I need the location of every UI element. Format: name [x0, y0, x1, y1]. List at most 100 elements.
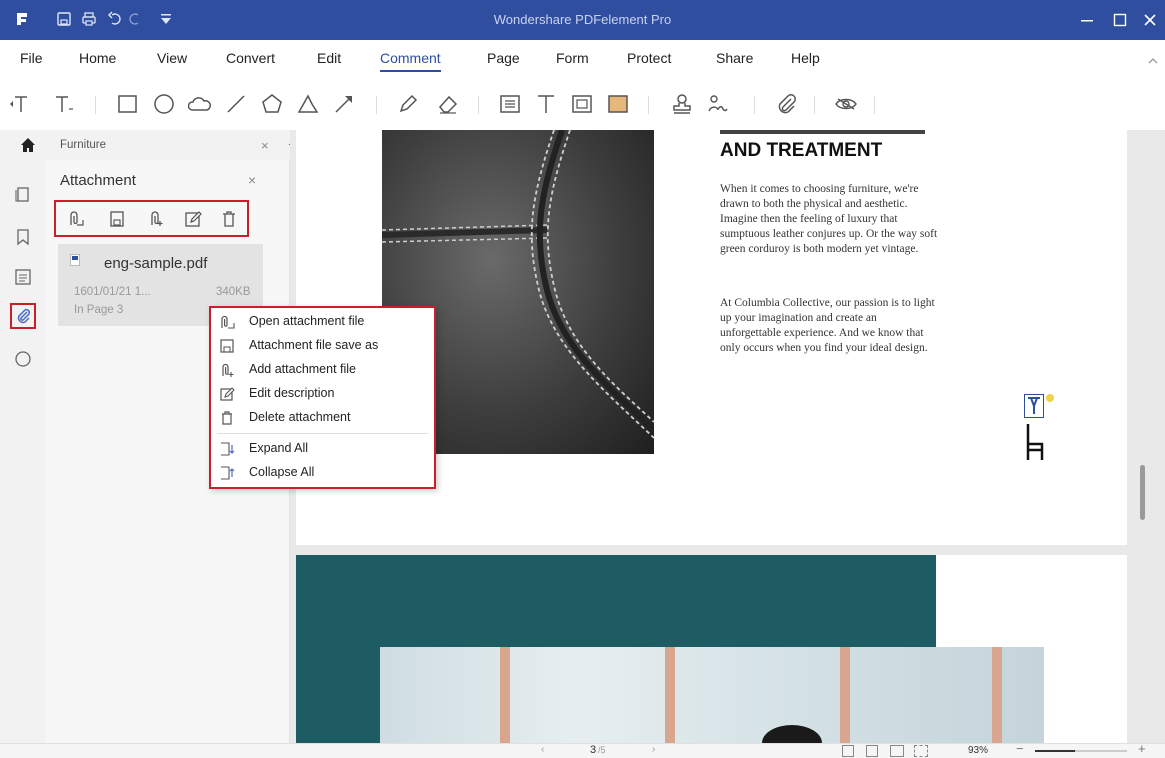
menu-collapse-all[interactable]: Collapse All: [211, 461, 434, 485]
polygon-icon[interactable]: [258, 90, 286, 118]
attachment-context-menu: Open attachment file Attachment file sav…: [209, 306, 436, 489]
add-attachment-icon[interactable]: [144, 207, 168, 231]
two-page-view-icon[interactable]: [890, 745, 904, 757]
vertical-scrollbar[interactable]: [1140, 465, 1145, 520]
panel-title: Attachment: [60, 172, 136, 189]
menu-form[interactable]: Form: [556, 50, 589, 66]
open-attachment-icon: [221, 315, 235, 329]
chair-figure: [1022, 422, 1046, 462]
left-rail: [0, 160, 45, 758]
maximize-button[interactable]: [1105, 8, 1135, 32]
minimize-button[interactable]: [1072, 8, 1102, 32]
home-icon[interactable]: [20, 137, 36, 153]
pdf-page-next: [296, 555, 1127, 743]
save-icon: [220, 339, 234, 353]
open-attachment-icon[interactable]: [64, 207, 88, 231]
attachment-icon[interactable]: [772, 90, 800, 118]
menu-comment[interactable]: Comment: [380, 50, 441, 72]
edit-icon: [220, 387, 235, 401]
tab-label: Furniture: [60, 139, 107, 151]
next-page-icon[interactable]: ›: [652, 744, 655, 755]
zoom-out-icon[interactable]: −: [1016, 741, 1024, 756]
tab-close-icon[interactable]: ×: [261, 138, 269, 153]
menu-file[interactable]: File: [20, 50, 43, 66]
menu-edit-description[interactable]: Edit description: [211, 382, 434, 406]
comments-panel-icon[interactable]: [10, 264, 36, 290]
attachments-panel-icon[interactable]: [10, 303, 36, 329]
two-page-continuous-icon[interactable]: [914, 745, 928, 757]
zoom-slider-track[interactable]: [1075, 750, 1127, 752]
trash-icon: [222, 411, 232, 425]
polyline-icon[interactable]: [294, 90, 322, 118]
expand-icon: [221, 442, 235, 456]
oval-icon[interactable]: [150, 90, 178, 118]
menu-home[interactable]: Home: [79, 50, 116, 66]
rectangle-icon[interactable]: [114, 90, 142, 118]
menu-open-attachment[interactable]: Open attachment file: [211, 310, 434, 334]
cloud-icon[interactable]: [186, 90, 214, 118]
collapse-ribbon-icon[interactable]: [1146, 54, 1160, 68]
current-page[interactable]: 3: [590, 744, 596, 756]
total-pages: /5: [598, 745, 606, 755]
note-icon[interactable]: [496, 90, 524, 118]
callout-icon[interactable]: [568, 90, 596, 118]
single-page-view-icon[interactable]: [842, 745, 854, 757]
section-heading: AND TREATMENT: [720, 140, 883, 161]
menu-save-as[interactable]: Attachment file save as: [211, 334, 434, 358]
pdf-file-icon: [70, 254, 80, 266]
panel-close-icon[interactable]: ×: [248, 172, 256, 188]
continuous-view-icon[interactable]: [866, 745, 878, 757]
zoom-slider-filled[interactable]: [1035, 750, 1075, 752]
document-tab-bar: Furniture × +: [0, 130, 298, 160]
heading-clipped-line: [720, 130, 940, 138]
arrow-icon[interactable]: [330, 90, 358, 118]
add-attachment-icon: [222, 363, 234, 377]
window-title: Wondershare PDFelement Pro: [493, 12, 672, 27]
hide-comments-icon[interactable]: [832, 90, 860, 118]
menu-expand-all[interactable]: Expand All: [211, 437, 434, 461]
menu-label: Collapse All: [249, 465, 315, 479]
line-icon[interactable]: [222, 90, 250, 118]
tab-furniture[interactable]: Furniture ×: [50, 130, 280, 160]
signature-icon[interactable]: [704, 90, 732, 118]
menu-label: Add attachment file: [249, 362, 357, 376]
typewriter-icon[interactable]: [50, 90, 78, 118]
menu-convert[interactable]: Convert: [226, 50, 275, 66]
area-highlight-icon[interactable]: [604, 90, 632, 118]
menu-label: Attachment file save as: [249, 338, 379, 352]
attachment-filename: eng-sample.pdf: [104, 255, 208, 272]
attachment-pin-icon[interactable]: [1024, 394, 1044, 418]
menu-share[interactable]: Share: [716, 50, 753, 66]
menu-help[interactable]: Help: [791, 50, 820, 66]
search-panel-icon[interactable]: [10, 346, 36, 372]
status-bar: ‹ 3 /5 › 93% − +: [0, 741, 1165, 758]
menu-delete-attachment[interactable]: Delete attachment: [211, 406, 434, 430]
menu-add-attachment[interactable]: Add attachment file: [211, 358, 434, 382]
attachment-location: In Page 3: [74, 304, 124, 316]
collapse-icon: [221, 466, 235, 480]
thumbnails-icon[interactable]: [10, 181, 36, 207]
prev-page-icon[interactable]: ‹: [541, 744, 544, 755]
menu-bar: File Home View Convert Edit Comment Page…: [0, 40, 1165, 78]
save-attachment-icon[interactable]: [105, 207, 129, 231]
edit-description-icon[interactable]: [181, 207, 205, 231]
delete-attachment-icon[interactable]: [217, 207, 241, 231]
menu-separator: [217, 433, 428, 434]
zoom-in-icon[interactable]: +: [1138, 741, 1146, 756]
menu-edit[interactable]: Edit: [317, 50, 341, 66]
note-marker-icon[interactable]: [1046, 394, 1054, 402]
menu-label: Expand All: [249, 441, 309, 455]
menu-page[interactable]: Page: [487, 50, 520, 66]
menu-protect[interactable]: Protect: [627, 50, 671, 66]
text-markup-icon[interactable]: [6, 90, 34, 118]
stamp-icon[interactable]: [668, 90, 696, 118]
menu-label: Delete attachment: [249, 410, 351, 424]
eraser-icon[interactable]: [434, 90, 462, 118]
comment-toolbar: [0, 78, 1165, 130]
text-box-icon[interactable]: [532, 90, 560, 118]
close-button[interactable]: [1135, 8, 1165, 32]
zoom-level[interactable]: 93%: [968, 745, 988, 756]
bookmark-icon[interactable]: [10, 224, 36, 250]
pencil-icon[interactable]: [394, 90, 422, 118]
menu-view[interactable]: View: [157, 50, 187, 66]
